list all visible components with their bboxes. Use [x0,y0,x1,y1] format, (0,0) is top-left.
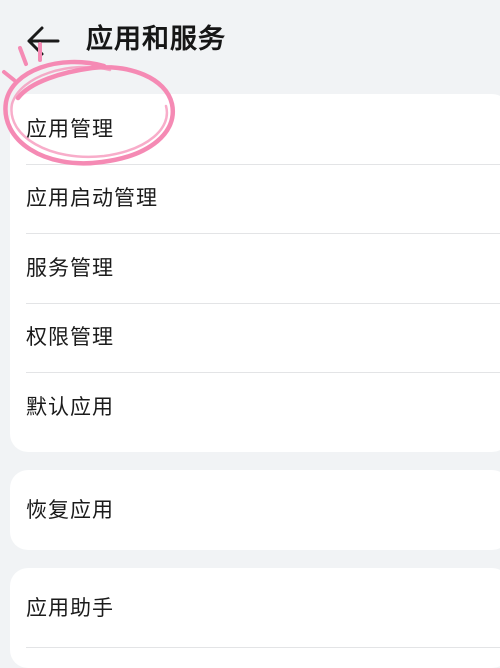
list-item-label: 权限管理 [26,325,114,350]
list-item-label: 恢复应用 [26,498,114,522]
list-item-label: 默认应用 [26,394,114,419]
list-item-label: 服务管理 [26,255,114,280]
list-item-restore-apps[interactable]: 恢复应用 [10,470,500,550]
list-item-label: 应用启动管理 [26,186,158,211]
list-item-service-management[interactable]: 服务管理 [10,233,500,303]
list-item-app-assistant[interactable]: 应用助手 [10,568,500,648]
title-bar: 应用和服务 [0,0,500,84]
back-button[interactable] [24,24,62,58]
list-item-default-apps[interactable]: 默认应用 [10,372,500,442]
page-title: 应用和服务 [86,24,226,55]
list-item-app-management[interactable]: 应用管理 [10,94,500,164]
settings-group-app-management: 应用管理 应用启动管理 服务管理 权限管理 默认应用 [10,94,500,452]
arrow-left-icon [27,26,60,56]
list-item-permission-management[interactable]: 权限管理 [10,302,500,373]
list-item-app-launch-management[interactable]: 应用启动管理 [10,163,500,234]
list-item-label: 应用管理 [26,116,114,141]
settings-group-restore: 恢复应用 [10,470,500,550]
list-item-label: 应用助手 [26,596,114,620]
settings-group-assistant: 应用助手 [10,568,500,668]
